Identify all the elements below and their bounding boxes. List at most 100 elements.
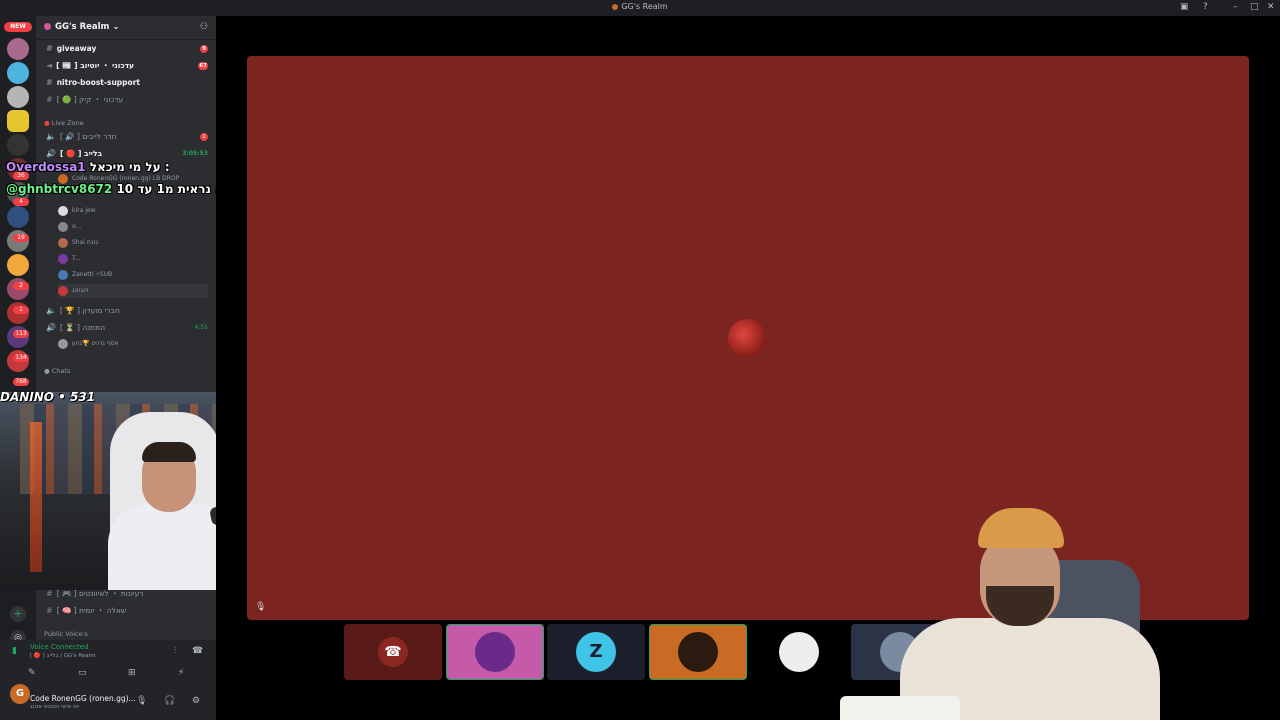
voice-user-name: Code RonenGG (ronen.gg) (72, 175, 151, 182)
participant-tile[interactable] (649, 624, 747, 680)
camera-icon[interactable]: ✎ (28, 668, 36, 678)
screen-share-icon[interactable]: ▭ (78, 668, 87, 678)
category-label: Public Voice's (44, 630, 88, 638)
voice-user-tag: LB DROP (152, 175, 180, 182)
voice-user[interactable]: o... (58, 220, 81, 234)
channel-label: [ 🧠 ] שאלה ・ יומית (56, 606, 127, 615)
held-object (840, 696, 960, 720)
voice-user-name: אסף גרניט (91, 340, 119, 347)
server-icon[interactable] (7, 62, 29, 84)
server-header[interactable]: GG's Realm ⌄ ⚇ (36, 16, 216, 40)
microphone-icon[interactable]: 🎙 (136, 696, 147, 706)
server-icon[interactable] (7, 38, 29, 60)
minimize-button[interactable]: – (1233, 2, 1238, 12)
window-title: GG's Realm (0, 2, 1280, 11)
speaker-avatar (728, 319, 766, 357)
voice-user[interactable]: זינגזונג (58, 284, 208, 298)
person-cap (978, 508, 1064, 548)
voice-user-name: T... (72, 255, 81, 262)
unread-badge: 67 (198, 62, 208, 70)
webcam-label: DANINO • 531 (0, 392, 96, 404)
voice-user-tag: ⚡SUB (95, 271, 113, 278)
avatar (475, 632, 515, 672)
server-icon[interactable] (7, 134, 29, 156)
muted-mic-icon: 🎙 (255, 602, 267, 612)
voice-user[interactable]: Zanetti ⚡SUB (58, 268, 112, 282)
channel-live-rooms[interactable]: 🔈[ 🔊 ] חדר לייבים 1 (36, 129, 216, 145)
live-dot-icon: ● (44, 119, 50, 127)
server-icon[interactable] (7, 86, 29, 108)
voice-user[interactable]: kira jew (58, 204, 95, 218)
text-channel-icon: # (46, 44, 53, 53)
channel-label: [ 🔴 ] בלייב (59, 149, 103, 158)
channel-kick-updates[interactable]: #[ 🟢 ] עדכוני ・ קיק (36, 92, 216, 108)
user-status: יום שישי המבוא אגוגג (30, 704, 80, 710)
soundboard-icon[interactable]: ⚡ (178, 668, 184, 678)
channel-nitro-boost-support[interactable]: # nitro-boost-support (36, 75, 216, 91)
avatar (58, 221, 68, 232)
mention-badge: 134 (13, 354, 29, 362)
voice-user-name: זינגזונג (72, 287, 89, 294)
maximize-button[interactable]: □ (1250, 2, 1259, 12)
channel-giveaway[interactable]: # giveaway 9 (36, 41, 216, 57)
led-light (30, 422, 42, 572)
logo-z-icon: Z (576, 632, 616, 672)
voice-user[interactable]: T... (58, 252, 81, 266)
channel-label: [ 🔊 ] חדר לייבים (59, 132, 117, 141)
category-chats[interactable]: ● Chats (44, 367, 70, 375)
avatar (58, 338, 68, 349)
mention-badge: 19 (13, 234, 29, 242)
chat-bubble-icon: ● (44, 367, 50, 375)
channel-label: [ 🎮 ] רעיונות ・ לאיוונטים (56, 589, 144, 598)
voice-user-name: o... (72, 223, 82, 230)
avatar[interactable]: G (10, 684, 30, 704)
channel-label: [ 📰 ] עדכוני ・ יוטיוב (56, 61, 134, 70)
category-label: Live Zone (51, 119, 84, 127)
call-timer: 4:55 (194, 324, 208, 331)
channel-club-members[interactable]: 🔈[ 🏆 ] חברי מועדון (36, 303, 216, 319)
username: Code RonenGG (ronen.gg)... (30, 694, 136, 703)
chat-message: על מי מיכאל : (89, 160, 170, 174)
server-icon[interactable] (7, 254, 29, 276)
server-icon[interactable] (7, 110, 29, 132)
close-button[interactable]: ✕ (1267, 2, 1275, 12)
channel-daily-question[interactable]: #[ 🧠 ] שאלה ・ יומית (36, 603, 216, 619)
category-live-zone[interactable]: ● Live Zone (44, 119, 84, 127)
inbox-icon[interactable]: ▣ (1180, 2, 1189, 12)
new-badge: NEW (4, 22, 32, 32)
mention-badge: 1 (13, 306, 29, 314)
category-public-voice[interactable]: Public Voice's (44, 630, 88, 638)
chat-username: @ghnbtrcv8672 (6, 182, 113, 196)
settings-gear-icon[interactable]: ⚙ (192, 696, 200, 706)
mention-badge: 113 (13, 330, 29, 338)
channel-label: nitro-boost-support (56, 78, 140, 87)
channel-youtube-updates[interactable]: ◄[ 📰 ] עדכוני ・ יוטיוב 67 (36, 58, 216, 74)
person-hair (142, 442, 196, 462)
channel-waiting[interactable]: 🔊[ ⏳ ] המתנה 4:55 (36, 320, 216, 336)
voice-user[interactable]: Shai גננת (58, 236, 98, 250)
add-server-icon[interactable]: + (10, 606, 26, 622)
voice-user[interactable]: אסף גרניט 🏆גזען (58, 337, 119, 351)
headphones-icon[interactable]: 🎧 (164, 696, 175, 706)
participant-tile[interactable]: ☎ (344, 624, 442, 680)
signal-icon[interactable]: ▮ (12, 646, 17, 656)
invite-icon[interactable]: ⚇ (200, 22, 208, 32)
avatar (779, 632, 819, 672)
participant-tile[interactable] (446, 624, 544, 680)
voice-channel-icon: 🔈 (46, 306, 56, 315)
server-icon (612, 3, 619, 10)
server-name: GG's Realm ⌄ (55, 22, 120, 32)
server-icon[interactable] (7, 206, 29, 228)
participant-tile[interactable] (750, 624, 848, 680)
call-timer: 3:05:53 (182, 150, 208, 157)
disconnect-icon[interactable]: ☎ (192, 646, 203, 656)
help-icon[interactable]: ? (1203, 2, 1208, 12)
announcement-icon: ◄ (46, 61, 53, 70)
participant-tile[interactable]: Z (547, 624, 645, 680)
channel-label: giveaway (56, 44, 97, 53)
mention-badge: 768 (13, 378, 29, 386)
noise-suppression-icon[interactable]: ⫶ (174, 646, 176, 656)
voice-channel-icon: 🔊 (46, 323, 56, 332)
activities-icon[interactable]: ⊞ (128, 668, 136, 678)
voice-channel-icon: 🔊 (46, 149, 56, 158)
